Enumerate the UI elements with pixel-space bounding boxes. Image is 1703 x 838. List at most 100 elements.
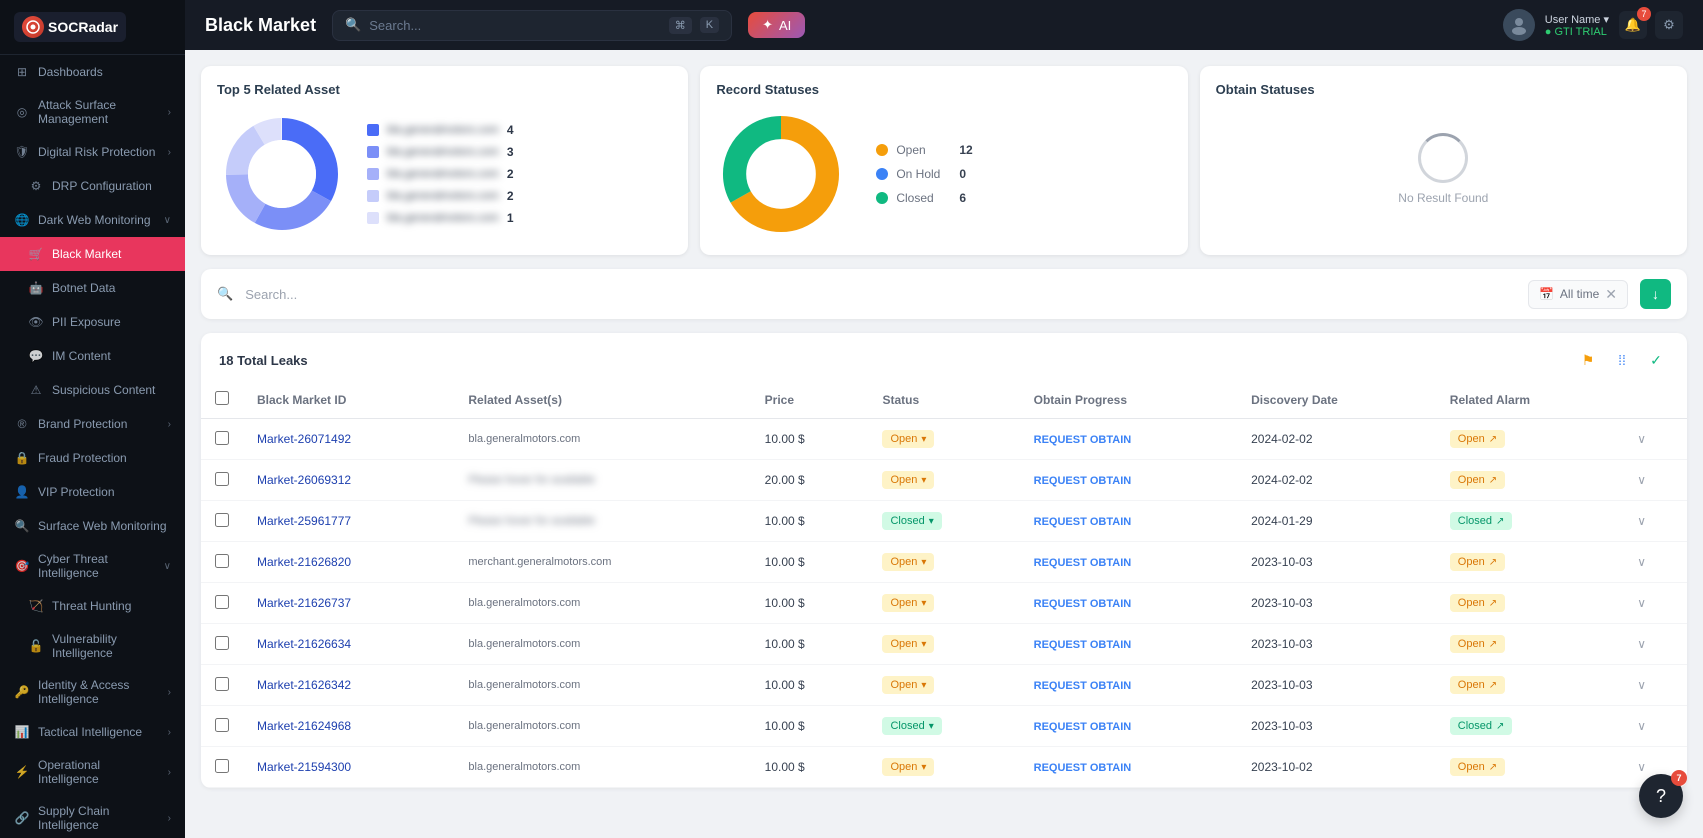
obtain-button[interactable]: REQUEST OBTAIN — [1034, 475, 1132, 487]
row-checkbox[interactable] — [215, 472, 229, 486]
expand-cell[interactable]: ∨ — [1623, 419, 1687, 460]
row-checkbox-cell[interactable] — [201, 583, 243, 624]
select-all-checkbox[interactable] — [215, 391, 229, 405]
status-badge[interactable]: Open ▾ — [882, 676, 934, 694]
row-checkbox-cell[interactable] — [201, 419, 243, 460]
sidebar-item-botnet-data[interactable]: 🤖 Botnet Data — [0, 271, 185, 305]
alarm-cell[interactable]: Open ↗ — [1436, 665, 1623, 706]
row-checkbox-cell[interactable] — [201, 665, 243, 706]
obtain-button[interactable]: REQUEST OBTAIN — [1034, 762, 1132, 774]
filter-search[interactable] — [245, 287, 1516, 302]
row-checkbox[interactable] — [215, 636, 229, 650]
expand-cell[interactable]: ∨ — [1623, 542, 1687, 583]
sidebar-item-attack-surface[interactable]: ◎ Attack Surface Management › — [0, 89, 185, 135]
export-button[interactable]: ↓ — [1640, 279, 1671, 309]
status-cell[interactable]: Closed ▾ — [868, 706, 1019, 747]
sidebar-item-suspicious[interactable]: ⚠ Suspicious Content — [0, 373, 185, 407]
external-link-icon[interactable]: ↗ — [1496, 721, 1504, 732]
status-cell[interactable]: Open ▾ — [868, 419, 1019, 460]
sidebar-item-pii-exposure[interactable]: 👁 PII Exposure — [0, 305, 185, 339]
alarm-badge[interactable]: Open ↗ — [1450, 594, 1505, 612]
obtain-button[interactable]: REQUEST OBTAIN — [1034, 639, 1132, 651]
status-badge[interactable]: Open ▾ — [882, 430, 934, 448]
row-checkbox-cell[interactable] — [201, 501, 243, 542]
alarm-cell[interactable]: Closed ↗ — [1436, 706, 1623, 747]
row-checkbox[interactable] — [215, 595, 229, 609]
external-link-icon[interactable]: ↗ — [1489, 762, 1497, 773]
external-link-icon[interactable]: ↗ — [1489, 598, 1497, 609]
sidebar-item-fraud-protection[interactable]: 🔒 Fraud Protection — [0, 441, 185, 475]
sidebar-item-threat-hunting[interactable]: 🏹 Threat Hunting — [0, 589, 185, 623]
logo-box[interactable]: SOCRadar — [14, 12, 126, 42]
select-all-header[interactable] — [201, 381, 243, 419]
row-checkbox[interactable] — [215, 677, 229, 691]
row-checkbox-cell[interactable] — [201, 624, 243, 665]
alarm-cell[interactable]: Open ↗ — [1436, 542, 1623, 583]
alarm-badge[interactable]: Open ↗ — [1450, 430, 1505, 448]
sidebar-item-brand-protection[interactable]: ® Brand Protection › — [0, 407, 185, 441]
obtain-cell[interactable]: REQUEST OBTAIN — [1020, 460, 1237, 501]
alarm-cell[interactable]: Open ↗ — [1436, 747, 1623, 788]
alarm-badge[interactable]: Open ↗ — [1450, 553, 1505, 571]
sidebar-item-im-content[interactable]: 💬 IM Content — [0, 339, 185, 373]
expand-cell[interactable]: ∨ — [1623, 583, 1687, 624]
sidebar-item-identity[interactable]: 🔑 Identity & Access Intelligence › — [0, 669, 185, 715]
obtain-button[interactable]: REQUEST OBTAIN — [1034, 516, 1132, 528]
filter-time-picker[interactable]: 📅 All time ✕ — [1528, 280, 1628, 309]
expand-cell[interactable]: ∨ — [1623, 665, 1687, 706]
filter-search-input[interactable] — [245, 287, 1516, 302]
expand-row-button[interactable]: ∨ — [1637, 719, 1646, 733]
row-checkbox-cell[interactable] — [201, 747, 243, 788]
alarm-badge[interactable]: Open ↗ — [1450, 635, 1505, 653]
obtain-cell[interactable]: REQUEST OBTAIN — [1020, 747, 1237, 788]
external-link-icon[interactable]: ↗ — [1489, 639, 1497, 650]
obtain-cell[interactable]: REQUEST OBTAIN — [1020, 624, 1237, 665]
alarm-cell[interactable]: Closed ↗ — [1436, 501, 1623, 542]
alarm-badge[interactable]: Open ↗ — [1450, 676, 1505, 694]
sidebar-item-vip-protection[interactable]: 👤 VIP Protection — [0, 475, 185, 509]
row-checkbox-cell[interactable] — [201, 706, 243, 747]
status-cell[interactable]: Open ▾ — [868, 583, 1019, 624]
status-cell[interactable]: Open ▾ — [868, 624, 1019, 665]
expand-row-button[interactable]: ∨ — [1637, 432, 1646, 446]
obtain-cell[interactable]: REQUEST OBTAIN — [1020, 419, 1237, 460]
alarm-badge[interactable]: Closed ↗ — [1450, 717, 1513, 735]
obtain-button[interactable]: REQUEST OBTAIN — [1034, 721, 1132, 733]
sidebar-item-dark-web[interactable]: 🌐 Dark Web Monitoring ∨ — [0, 203, 185, 237]
status-badge[interactable]: Open ▾ — [882, 471, 934, 489]
row-checkbox[interactable] — [215, 718, 229, 732]
filter-icon-button[interactable]: ⚑ — [1575, 347, 1601, 373]
obtain-cell[interactable]: REQUEST OBTAIN — [1020, 665, 1237, 706]
obtain-cell[interactable]: REQUEST OBTAIN — [1020, 706, 1237, 747]
chat-bubble-button[interactable]: ? 7 — [1639, 774, 1683, 818]
expand-row-button[interactable]: ∨ — [1637, 596, 1646, 610]
row-checkbox-cell[interactable] — [201, 460, 243, 501]
status-cell[interactable]: Closed ▾ — [868, 501, 1019, 542]
settings-button[interactable]: ⚙ — [1655, 11, 1683, 39]
expand-row-button[interactable]: ∨ — [1637, 637, 1646, 651]
row-checkbox[interactable] — [215, 513, 229, 527]
alarm-cell[interactable]: Open ↗ — [1436, 460, 1623, 501]
ai-button[interactable]: ✦ AI — [748, 12, 805, 38]
status-badge[interactable]: Closed ▾ — [882, 512, 941, 530]
row-checkbox[interactable] — [215, 431, 229, 445]
status-cell[interactable]: Open ▾ — [868, 665, 1019, 706]
row-checkbox-cell[interactable] — [201, 542, 243, 583]
sidebar-item-cyber-threat[interactable]: 🎯 Cyber Threat Intelligence ∨ — [0, 543, 185, 589]
obtain-button[interactable]: REQUEST OBTAIN — [1034, 557, 1132, 569]
search-input[interactable] — [369, 18, 660, 33]
expand-cell[interactable]: ∨ — [1623, 706, 1687, 747]
alarm-badge[interactable]: Closed ↗ — [1450, 512, 1513, 530]
alarm-cell[interactable]: Open ↗ — [1436, 624, 1623, 665]
sidebar-item-operational[interactable]: ⚡ Operational Intelligence › — [0, 749, 185, 795]
sidebar-item-tactical[interactable]: 📊 Tactical Intelligence › — [0, 715, 185, 749]
confirm-icon-button[interactable]: ✓ — [1643, 347, 1669, 373]
obtain-button[interactable]: REQUEST OBTAIN — [1034, 680, 1132, 692]
obtain-cell[interactable]: REQUEST OBTAIN — [1020, 583, 1237, 624]
expand-row-button[interactable]: ∨ — [1637, 678, 1646, 692]
sidebar-item-digital-risk[interactable]: 🛡 Digital Risk Protection › — [0, 135, 185, 169]
status-cell[interactable]: Open ▾ — [868, 542, 1019, 583]
sidebar-item-surface-web[interactable]: 🔍 Surface Web Monitoring — [0, 509, 185, 543]
sidebar-item-dashboards[interactable]: ⊞ Dashboards — [0, 55, 185, 89]
status-cell[interactable]: Open ▾ — [868, 460, 1019, 501]
